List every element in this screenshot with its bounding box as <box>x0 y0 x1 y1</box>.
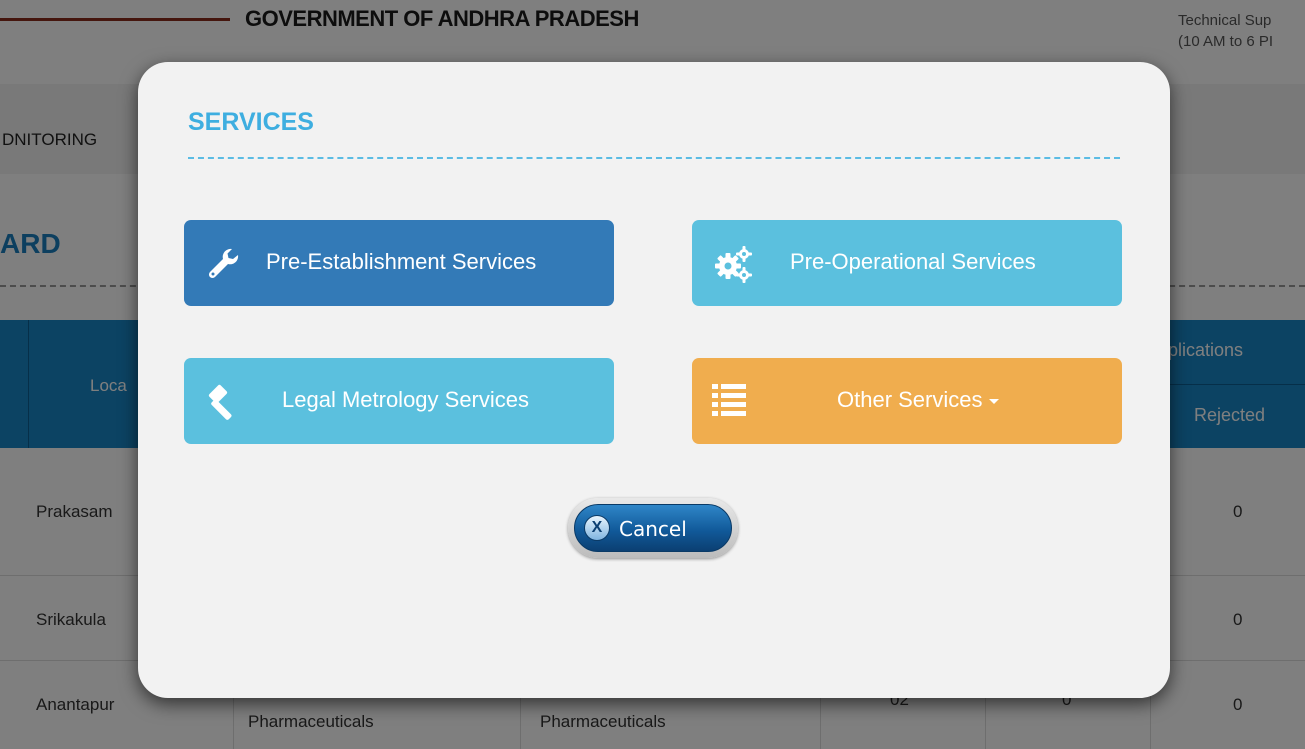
close-circle-icon: X <box>584 515 610 541</box>
legal-metrology-services-button[interactable]: Legal Metrology Services <box>184 358 614 444</box>
modal-title: SERVICES <box>188 108 314 136</box>
pre-establishment-services-label: Pre-Establishment Services <box>266 249 537 274</box>
pre-operational-services-button[interactable]: Pre-Operational Services <box>692 220 1122 306</box>
other-services-dropdown-button[interactable]: Other Services <box>692 358 1122 444</box>
legal-metrology-services-label: Legal Metrology Services <box>282 387 530 412</box>
gavel-icon <box>204 382 240 420</box>
cancel-button-frame: X Cancel <box>568 498 738 558</box>
list-icon <box>712 384 748 420</box>
other-services-text: Other Services <box>837 387 983 412</box>
cancel-button[interactable]: X Cancel <box>574 504 732 552</box>
services-modal: SERVICES Pre-Establishment Services Pre-… <box>138 62 1170 698</box>
gears-icon <box>714 244 752 283</box>
modal-title-divider <box>188 157 1120 159</box>
cancel-label: Cancel <box>619 517 687 541</box>
wrench-icon <box>206 246 242 282</box>
pre-establishment-services-button[interactable]: Pre-Establishment Services <box>184 220 614 306</box>
other-services-label: Other Services <box>837 387 999 413</box>
caret-down-icon <box>988 398 999 404</box>
pre-operational-services-label: Pre-Operational Services <box>790 249 1036 274</box>
